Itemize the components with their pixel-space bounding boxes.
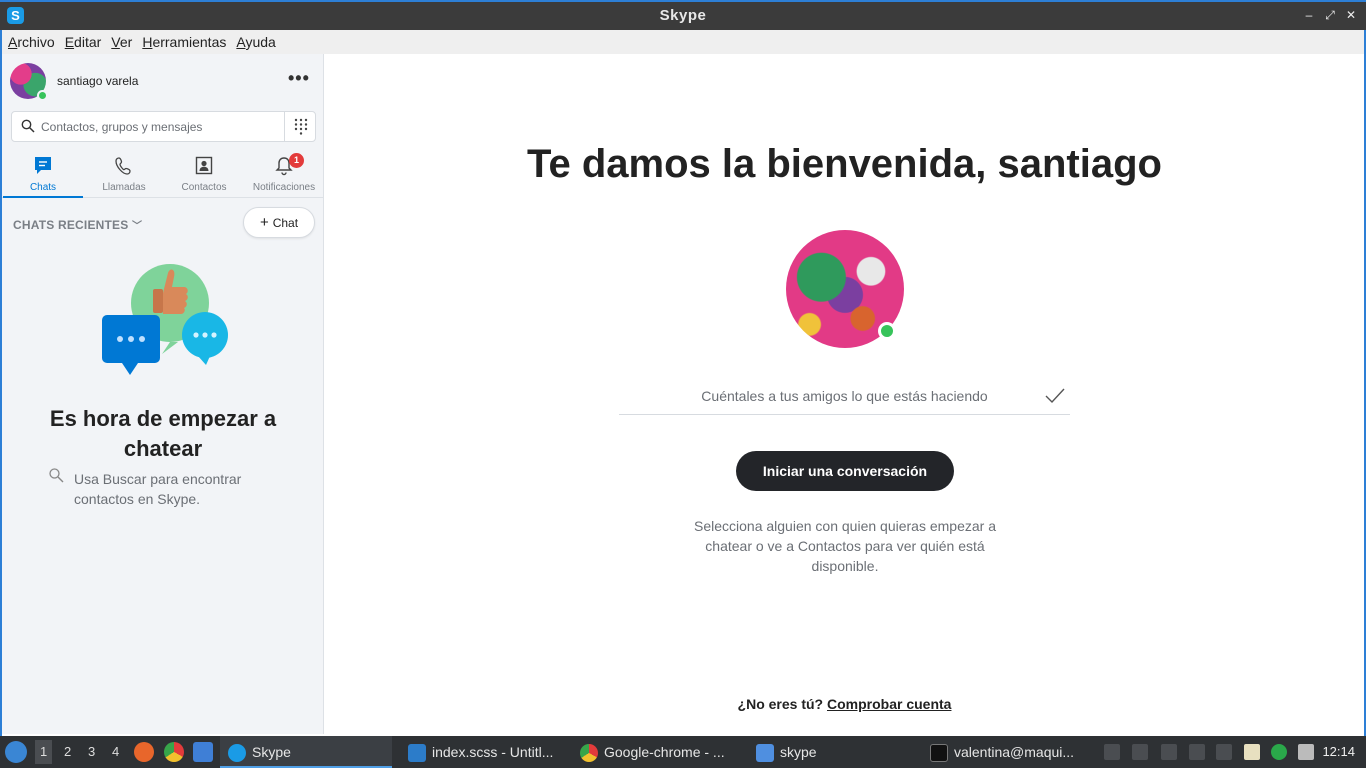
search-input[interactable]: Contactos, grupos y mensajes bbox=[41, 120, 202, 134]
network-down-icon[interactable] bbox=[1216, 744, 1232, 760]
empty-state-title: Es hora de empezar a chatear bbox=[49, 406, 277, 461]
dialpad-icon bbox=[294, 118, 308, 135]
notification-badge: 1 bbox=[289, 153, 304, 168]
vscode-icon bbox=[408, 744, 426, 763]
menu-ayuda[interactable]: Ayuda bbox=[236, 30, 275, 54]
tab-calls-label: Llamadas bbox=[102, 182, 146, 193]
firefox-icon[interactable] bbox=[134, 742, 154, 762]
task-chrome-label: Google-chrome - ... bbox=[604, 744, 725, 760]
clipboard-icon[interactable] bbox=[1244, 744, 1260, 760]
chevron-down-icon: ﹀ bbox=[132, 221, 143, 232]
more-options-button[interactable]: ••• bbox=[288, 68, 310, 89]
clock[interactable]: 12:14 bbox=[1322, 744, 1355, 759]
task-chrome[interactable]: Google-chrome - ... bbox=[572, 736, 744, 768]
user-avatar[interactable] bbox=[10, 63, 48, 101]
new-chat-button[interactable]: + Chat bbox=[243, 207, 315, 238]
user-name[interactable]: santiago varela bbox=[57, 74, 138, 88]
mood-input[interactable]: Cuéntales a tus amigos lo que estás haci… bbox=[619, 388, 1070, 404]
task-terminal[interactable]: valentina@maqui... bbox=[922, 736, 1094, 768]
plus-icon: + bbox=[259, 214, 269, 231]
menu-archivo[interactable]: Archivo bbox=[8, 30, 55, 54]
nav-tabs: Chats Llamadas Contactos 1 Notificacione… bbox=[2, 152, 324, 198]
mood-message-field[interactable]: Cuéntales a tus amigos lo que estás haci… bbox=[619, 384, 1070, 415]
workspace-4[interactable]: 4 bbox=[112, 744, 119, 759]
sync-status-icon[interactable] bbox=[1271, 744, 1287, 760]
folder-icon bbox=[756, 744, 774, 763]
wifi-icon[interactable] bbox=[1298, 744, 1314, 760]
task-vscode[interactable]: index.scss - Untitl... bbox=[400, 736, 570, 768]
close-button[interactable]: ✕ bbox=[1342, 6, 1360, 24]
tab-calls[interactable]: Llamadas bbox=[84, 152, 164, 198]
menu-bar: Archivo Editar Ver Herramientas Ayuda bbox=[0, 30, 1366, 54]
search-icon bbox=[21, 119, 35, 133]
tab-chats[interactable]: Chats bbox=[3, 152, 83, 198]
volume-icon[interactable] bbox=[1132, 744, 1148, 760]
task-files[interactable]: skype bbox=[748, 736, 918, 768]
tab-notifications[interactable]: 1 Notificaciones bbox=[244, 152, 324, 198]
task-skype[interactable]: Skype bbox=[220, 736, 392, 768]
start-conversation-button[interactable]: Iniciar una conversación bbox=[736, 451, 954, 491]
taskbar: 1 2 3 4 Skype index.scss - Untitl... Goo… bbox=[0, 736, 1366, 768]
task-files-label: skype bbox=[780, 744, 817, 760]
contacts-icon bbox=[195, 156, 213, 175]
chrome-icon[interactable] bbox=[164, 742, 184, 762]
menu-editar[interactable]: Editar bbox=[65, 30, 102, 54]
window-title: Skype bbox=[659, 7, 707, 24]
tab-contacts-label: Contactos bbox=[181, 182, 227, 193]
skype-icon bbox=[228, 744, 246, 763]
task-vscode-label: index.scss - Untitl... bbox=[432, 744, 554, 760]
not-you-label: ¿No eres tú? bbox=[737, 696, 824, 712]
workspace-2[interactable]: 2 bbox=[64, 744, 71, 759]
workspace-1[interactable]: 1 bbox=[35, 740, 53, 764]
menu-ver[interactable]: Ver bbox=[111, 30, 132, 54]
menu-herramientas[interactable]: Herramientas bbox=[142, 30, 226, 54]
empty-state-hint: Usa Buscar para encontrar contactos en S… bbox=[74, 471, 242, 507]
display-icon[interactable] bbox=[1161, 744, 1177, 760]
help-text: Selecciona alguien con quien quieras emp… bbox=[694, 518, 996, 574]
dialpad-button[interactable] bbox=[284, 112, 316, 141]
title-bar: S Skype – ⤢ ✕ bbox=[0, 0, 1366, 30]
start-menu-icon[interactable] bbox=[5, 741, 27, 763]
desktop-icon[interactable] bbox=[193, 742, 213, 762]
search-icon bbox=[49, 468, 64, 483]
chat-icon bbox=[35, 157, 51, 174]
check-account-link[interactable]: Comprobar cuenta bbox=[827, 696, 951, 712]
welcome-heading: Te damos la bienvenida, santiago bbox=[527, 142, 1162, 186]
workspace-3[interactable]: 3 bbox=[88, 744, 95, 759]
new-chat-label: Chat bbox=[272, 216, 299, 230]
maximize-button[interactable]: ⤢ bbox=[1321, 6, 1339, 24]
minimize-button[interactable]: – bbox=[1300, 6, 1318, 24]
tab-contacts[interactable]: Contactos bbox=[164, 152, 244, 198]
terminal-icon bbox=[930, 744, 948, 763]
tray-app-icon[interactable] bbox=[1189, 744, 1205, 760]
recent-chats-dropdown[interactable]: CHATS RECIENTES ﹀ bbox=[13, 217, 142, 232]
online-status-dot bbox=[37, 90, 48, 101]
task-skype-label: Skype bbox=[252, 744, 291, 760]
eject-icon[interactable] bbox=[1104, 744, 1120, 760]
tab-chats-label: Chats bbox=[29, 182, 57, 193]
phone-icon bbox=[115, 157, 131, 175]
chat-illustration bbox=[102, 264, 228, 375]
tab-notifications-label: Notificaciones bbox=[252, 182, 316, 193]
not-you-line: ¿No eres tú? Comprobar cuenta bbox=[325, 696, 1364, 712]
recent-chats-label: CHATS RECIENTES bbox=[13, 218, 129, 232]
task-terminal-label: valentina@maqui... bbox=[954, 744, 1075, 760]
main-panel: Te damos la bienvenida, santiago Cuéntal… bbox=[325, 54, 1364, 734]
chrome-icon bbox=[580, 744, 598, 763]
app-window: santiago varela ••• Contactos, grupos y … bbox=[0, 54, 1366, 736]
search-box[interactable]: Contactos, grupos y mensajes bbox=[11, 111, 316, 142]
online-status-dot bbox=[878, 322, 896, 340]
check-icon[interactable] bbox=[1044, 386, 1066, 406]
sidebar: santiago varela ••• Contactos, grupos y … bbox=[2, 54, 324, 734]
